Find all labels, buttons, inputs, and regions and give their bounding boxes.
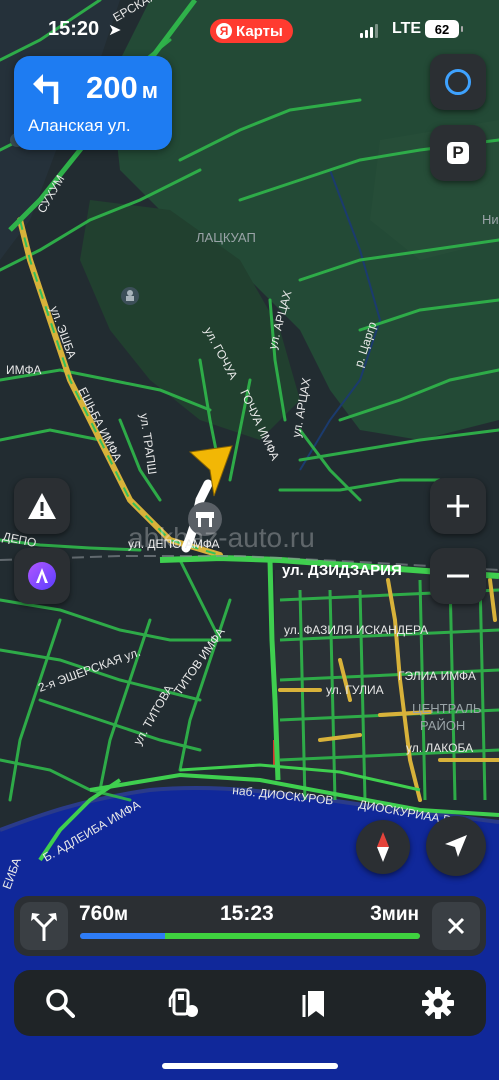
close-icon [447, 917, 465, 935]
map-label: ЛАЦКУАП [196, 230, 256, 245]
yandex-logo-icon: Я [216, 23, 232, 39]
map-label: ГЭЛИА ИМФА [398, 669, 476, 683]
alice-assistant-icon [28, 562, 56, 590]
plus-icon [447, 495, 469, 517]
compass-button[interactable] [356, 820, 410, 874]
compass-icon [377, 832, 389, 862]
battery-icon: 62 [425, 20, 463, 38]
poi-marker [121, 287, 139, 305]
maneuver-distance: 200 м [86, 70, 158, 106]
report-incident-button[interactable] [14, 478, 70, 534]
route-remaining-time: 3мин [370, 902, 419, 926]
map-label: ул. ЛАКОБА [406, 741, 473, 755]
route-alternatives-button[interactable] [20, 902, 68, 950]
map-label: ул. ГУЛИА [326, 683, 384, 697]
bookmarks-icon [302, 991, 324, 1017]
bookmarks-button[interactable] [290, 979, 338, 1027]
turn-left-arrow-icon [33, 74, 59, 104]
route-summary-panel[interactable]: 760м 15:23 3мин [14, 896, 486, 956]
route-distance-unit: м [114, 904, 129, 925]
status-bar: 15:20 ➤ Я Карты LTE 62 [0, 14, 499, 46]
maneuver-street: Аланская ул. [28, 116, 131, 135]
alice-icon [445, 69, 471, 95]
map-label: ЦЕНТРАЛЬ [412, 701, 481, 716]
map-label: ул. ФАЗИЛЯ ИСКАНДЕРА [284, 623, 428, 637]
route-progress-traveled [80, 933, 165, 939]
my-location-button[interactable] [426, 816, 486, 876]
bottom-toolbar [14, 970, 486, 1036]
route-eta: 15:23 [220, 902, 274, 925]
search-icon [46, 989, 75, 1018]
next-maneuver-card[interactable]: 200 м Аланская ул. [14, 56, 172, 150]
maneuver-distance-unit: м [141, 78, 159, 103]
warning-icon [28, 493, 56, 519]
status-time: 15:20 [48, 18, 100, 40]
search-button[interactable] [36, 979, 84, 1027]
settings-button[interactable] [414, 979, 462, 1027]
route-fork-icon [31, 913, 57, 941]
map-label: РАЙОН [420, 718, 465, 733]
route-remaining-distance: 760м [79, 902, 128, 926]
route-progress-bar [80, 933, 420, 939]
location-services-icon: ➤ [108, 22, 122, 39]
location-arrow-icon [445, 835, 467, 857]
route-duration-unit: мин [381, 904, 419, 925]
route-distance-value: 760 [79, 902, 115, 925]
network-type: LTE [392, 20, 422, 37]
alice-voice-button[interactable] [430, 54, 486, 110]
parking-button[interactable]: P [430, 125, 486, 181]
gas-station-icon [168, 988, 198, 1017]
zoom-in-button[interactable] [430, 478, 486, 534]
map-label: ИМФА [6, 363, 41, 377]
alice-assistant-button[interactable] [14, 548, 70, 604]
zoom-out-button[interactable] [430, 548, 486, 604]
route-progress-remaining [165, 933, 420, 939]
map-label: Ни [482, 212, 499, 227]
parking-icon: P [447, 142, 469, 164]
brand-label: Карты [236, 22, 283, 40]
settings-gear-icon [422, 987, 454, 1019]
gas-stations-button[interactable] [160, 979, 208, 1027]
home-indicator[interactable] [162, 1063, 338, 1069]
map-label: ул. ДЗИДЗАРИЯ [282, 562, 402, 579]
yandex-maps-badge[interactable]: Я Карты [210, 19, 293, 43]
route-duration-value: 3 [370, 902, 382, 925]
signal-strength-icon [360, 24, 378, 38]
watermark: abkhaz-auto.ru [128, 522, 315, 553]
minus-icon [447, 574, 469, 578]
maneuver-distance-value: 200 [86, 70, 138, 105]
close-route-button[interactable] [432, 902, 480, 950]
